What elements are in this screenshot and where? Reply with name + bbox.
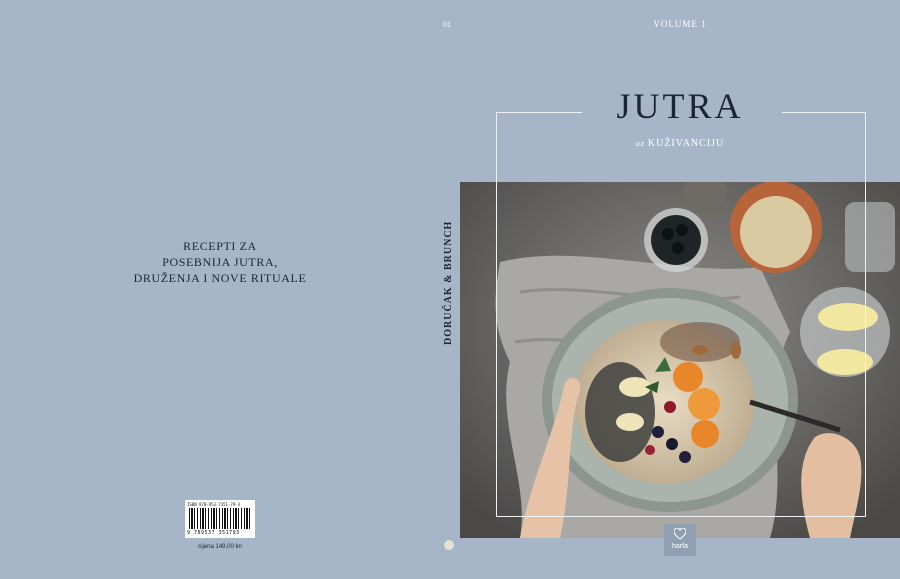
book-subtitle: uz KUŽIVANCIJU <box>600 138 760 149</box>
price-label: cijena 149,00 kn <box>198 544 242 550</box>
publisher-logo: harfa <box>664 524 696 556</box>
blurb-line-3: DRUŽENJA I NOVE RITUALE <box>133 271 307 285</box>
frame-top-right <box>782 112 865 113</box>
spine-title: DORUČAK & BRUNCH <box>443 220 454 345</box>
subtitle-text: KUŽIVANCIJU <box>647 138 725 149</box>
spine-publisher-dot <box>444 540 454 550</box>
barcode-digits: 9 789537 351793 <box>187 530 240 536</box>
barcode-bars <box>189 508 251 529</box>
blurb-line-1: RECEPTI ZA <box>183 239 257 253</box>
isbn-text: ISBN 978-953-7351-79-3 <box>187 502 240 507</box>
book-title: JUTRA <box>616 86 744 126</box>
back-cover-blurb: RECEPTI ZA POSEBNIJA JUTRA, DRUŽENJA I N… <box>120 238 320 286</box>
heart-icon <box>674 528 686 540</box>
blurb-line-2: POSEBNIJA JUTRA, <box>162 255 278 269</box>
publisher-name: harfa <box>672 543 688 550</box>
frame-top-left <box>496 112 582 113</box>
volume-label: VOLUME 1 <box>653 19 707 29</box>
subtitle-prefix: uz <box>635 139 645 148</box>
cover-photo <box>460 182 900 538</box>
isbn-barcode: ISBN 978-953-7351-79-3 9 789537 351793 <box>185 500 255 538</box>
book-cover: RECEPTI ZA POSEBNIJA JUTRA, DRUŽENJA I N… <box>0 0 900 579</box>
spine-number: 01 <box>443 20 451 29</box>
